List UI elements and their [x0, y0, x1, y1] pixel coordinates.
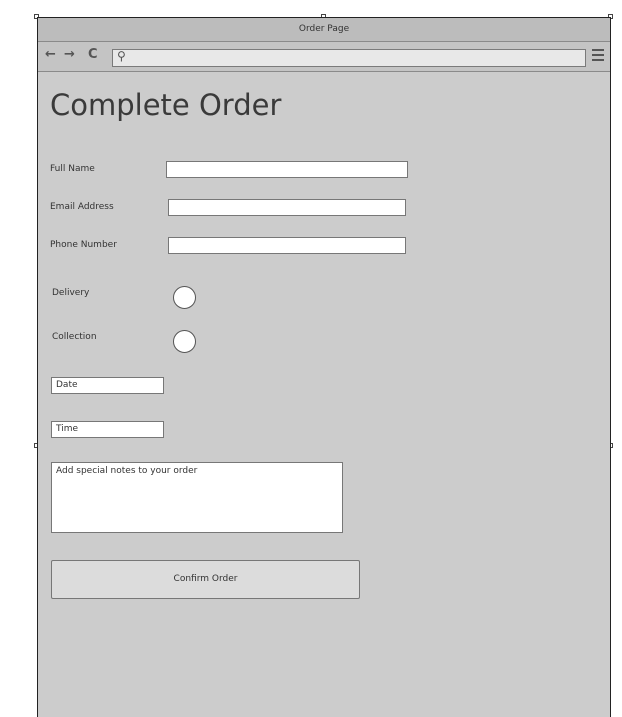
reload-icon[interactable]: C — [88, 47, 98, 62]
delivery-radio[interactable] — [173, 286, 196, 309]
full-name-input[interactable] — [166, 161, 408, 178]
collection-label: Collection — [52, 332, 97, 342]
phone-label: Phone Number — [50, 240, 117, 250]
forward-arrow-icon[interactable]: → — [64, 47, 75, 62]
time-input[interactable]: Time — [51, 421, 164, 438]
date-input[interactable]: Date — [51, 377, 164, 394]
back-arrow-icon[interactable]: ← — [45, 47, 56, 62]
browser-window: Order Page ← → C ⚲ Complete Order Full N… — [37, 17, 611, 717]
search-icon: ⚲ — [117, 49, 126, 63]
address-bar[interactable]: ⚲ — [112, 49, 586, 67]
email-label: Email Address — [50, 202, 114, 212]
special-notes-textarea[interactable]: Add special notes to your order — [51, 462, 343, 533]
phone-input[interactable] — [168, 237, 406, 254]
browser-navbar: ← → C ⚲ — [38, 42, 610, 72]
window-title: Order Page — [38, 18, 610, 42]
full-name-label: Full Name — [50, 164, 95, 174]
page-title: Complete Order — [50, 88, 282, 122]
email-input[interactable] — [168, 199, 406, 216]
delivery-label: Delivery — [52, 288, 90, 298]
confirm-order-button[interactable]: Confirm Order — [51, 560, 360, 599]
collection-radio[interactable] — [173, 330, 196, 353]
hamburger-menu-icon[interactable] — [592, 49, 604, 63]
